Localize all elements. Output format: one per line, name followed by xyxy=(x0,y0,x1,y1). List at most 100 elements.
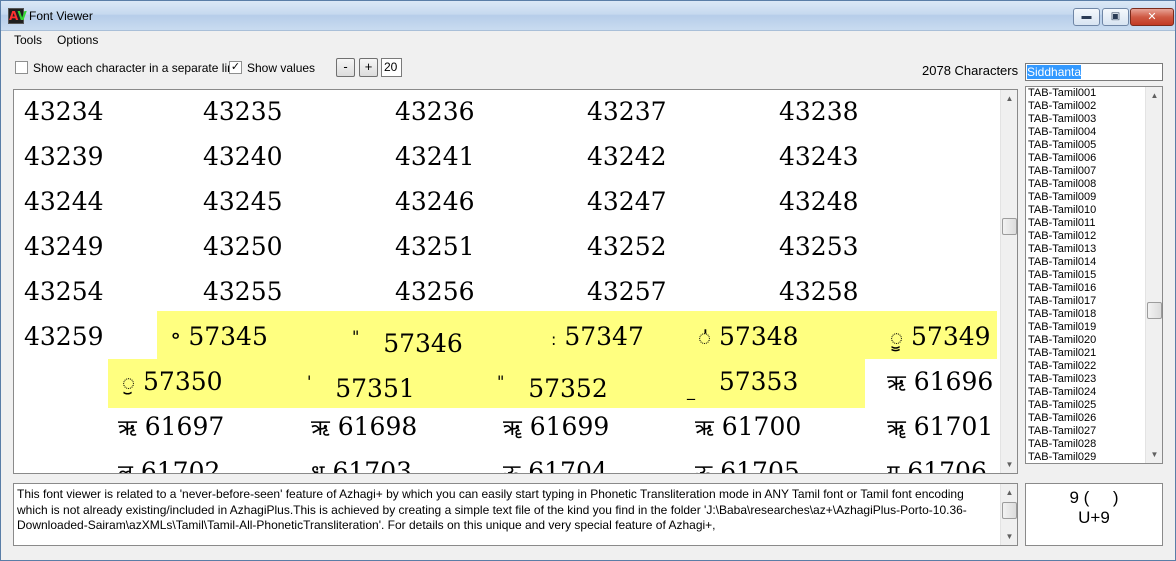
font-list-item[interactable]: TAB-Tamil010 xyxy=(1028,204,1096,217)
char-cell[interactable]: ॗ 57349 xyxy=(890,322,991,354)
char-cell[interactable]: 43234 xyxy=(24,97,104,127)
char-cell[interactable]: ऋ 61696 xyxy=(887,367,993,399)
char-cell[interactable]: 43255 xyxy=(203,277,283,307)
font-list-item[interactable]: TAB-Tamil029 xyxy=(1028,451,1096,463)
char-cell[interactable]: 43239 xyxy=(24,142,104,172)
char-cell[interactable]: ' 57351 xyxy=(307,367,415,404)
font-list-item[interactable]: TAB-Tamil008 xyxy=(1028,178,1096,191)
maximize-button[interactable]: ▣ xyxy=(1102,8,1129,26)
scroll-up-arrow-icon[interactable]: ▲ xyxy=(1001,484,1017,501)
font-list-item[interactable]: TAB-Tamil020 xyxy=(1028,334,1096,347)
menu-tools[interactable]: Tools xyxy=(14,33,42,47)
scroll-thumb[interactable] xyxy=(1147,302,1162,319)
char-cell[interactable]: ऊ 61705 xyxy=(695,457,800,473)
char-cell[interactable]: " 57346 xyxy=(352,322,463,359)
scroll-up-arrow-icon[interactable]: ▲ xyxy=(1001,90,1017,107)
char-cell[interactable]: 43243 xyxy=(779,142,859,172)
font-list-item[interactable]: TAB-Tamil003 xyxy=(1028,113,1096,126)
char-cell[interactable]: 43245 xyxy=(203,187,283,217)
char-cell[interactable]: ऋ 61698 xyxy=(311,412,417,444)
scroll-thumb[interactable] xyxy=(1002,218,1017,235)
char-cell[interactable]: ऋ 61700 xyxy=(695,412,801,444)
char-cell[interactable]: 43256 xyxy=(395,277,475,307)
char-cell[interactable]: 43236 xyxy=(395,97,475,127)
minimize-button[interactable]: ▬ xyxy=(1073,8,1100,26)
font-list-item[interactable]: TAB-Tamil028 xyxy=(1028,438,1096,451)
char-cell[interactable]: 43253 xyxy=(779,232,859,262)
char-cell[interactable]: 43251 xyxy=(395,232,475,262)
char-cell[interactable]: _ 57353 xyxy=(687,367,798,406)
char-cell[interactable]: 43252 xyxy=(587,232,667,262)
char-cell[interactable]: 43235 xyxy=(203,97,283,127)
char-cell[interactable]: ऺ 57348 xyxy=(698,322,799,354)
char-cell[interactable]: ऊ 61704 xyxy=(503,457,608,473)
scroll-down-arrow-icon[interactable]: ▼ xyxy=(1146,446,1162,463)
font-size-input[interactable]: 20 xyxy=(381,58,402,77)
font-list-item[interactable]: TAB-Tamil015 xyxy=(1028,269,1096,282)
show-values-checkbox[interactable]: ✓ xyxy=(229,61,242,74)
char-cell[interactable]: 43247 xyxy=(587,187,667,217)
font-list-item[interactable]: TAB-Tamil009 xyxy=(1028,191,1096,204)
scroll-down-arrow-icon[interactable]: ▼ xyxy=(1001,528,1017,545)
font-list-item[interactable]: TAB-Tamil022 xyxy=(1028,360,1096,373)
char-cell[interactable]: 43254 xyxy=(24,277,104,307)
char-cell[interactable]: ॠ 61701 xyxy=(887,412,993,444)
char-cell[interactable]: : 57347 xyxy=(551,322,644,355)
font-name-input[interactable]: Siddhanta xyxy=(1025,63,1163,81)
char-cell[interactable]: 43241 xyxy=(395,142,475,172)
scroll-down-arrow-icon[interactable]: ▼ xyxy=(1001,456,1017,473)
font-list-item[interactable]: TAB-Tamil007 xyxy=(1028,165,1096,178)
char-cell[interactable]: ॰ 57345 xyxy=(171,322,268,354)
char-cell[interactable]: 43250 xyxy=(203,232,283,262)
char-cell[interactable]: 43242 xyxy=(587,142,667,172)
description-scrollbar[interactable]: ▲ ▼ xyxy=(1000,484,1017,545)
font-list-item[interactable]: TAB-Tamil023 xyxy=(1028,373,1096,386)
char-cell[interactable]: 43258 xyxy=(779,277,859,307)
description-textarea[interactable]: This font viewer is related to a 'never-… xyxy=(13,483,1018,546)
font-list-item[interactable]: TAB-Tamil016 xyxy=(1028,282,1096,295)
char-cell[interactable]: ध 61703 xyxy=(311,457,412,473)
char-cell[interactable]: 43259 xyxy=(24,322,104,352)
char-cell[interactable]: ऋ 61697 xyxy=(118,412,224,444)
scroll-up-arrow-icon[interactable]: ▲ xyxy=(1146,87,1162,104)
character-scrollbar[interactable]: ▲ ▼ xyxy=(1000,90,1017,473)
font-list-item[interactable]: TAB-Tamil021 xyxy=(1028,347,1096,360)
char-cell[interactable]: 43257 xyxy=(587,277,667,307)
menu-options[interactable]: Options xyxy=(57,33,98,47)
close-button[interactable]: ✕ xyxy=(1130,8,1174,26)
font-list-item[interactable]: TAB-Tamil017 xyxy=(1028,295,1096,308)
font-list-item[interactable]: TAB-Tamil004 xyxy=(1028,126,1096,139)
char-cell[interactable]: 43240 xyxy=(203,142,283,172)
char-cell[interactable]: 43244 xyxy=(24,187,104,217)
font-list-item[interactable]: TAB-Tamil025 xyxy=(1028,399,1096,412)
character-display[interactable]: 43234 43235 43236 43237 43238 43239 4324… xyxy=(13,89,1018,474)
decrease-size-button[interactable]: - xyxy=(336,58,355,77)
char-cell[interactable]: " 57352 xyxy=(497,367,608,404)
char-cell[interactable]: ल 61702 xyxy=(118,457,220,473)
char-cell[interactable]: 43246 xyxy=(395,187,475,217)
font-list-item[interactable]: TAB-Tamil018 xyxy=(1028,308,1096,321)
title-bar[interactable]: AV Font Viewer ▬ ▣ ✕ xyxy=(1,1,1175,31)
font-list-item[interactable]: TAB-Tamil001 xyxy=(1028,87,1096,100)
font-list-item[interactable]: TAB-Tamil013 xyxy=(1028,243,1096,256)
font-list-item[interactable]: TAB-Tamil011 xyxy=(1028,217,1095,230)
increase-size-button[interactable]: + xyxy=(359,58,378,77)
font-list-item[interactable]: TAB-Tamil027 xyxy=(1028,425,1096,438)
font-list[interactable]: TAB-Tamil001 TAB-Tamil002 TAB-Tamil003 T… xyxy=(1025,86,1163,464)
char-cell[interactable]: ॖ 57350 xyxy=(122,367,223,399)
font-list-item[interactable]: TAB-Tamil006 xyxy=(1028,152,1096,165)
font-list-item[interactable]: TAB-Tamil019 xyxy=(1028,321,1096,334)
char-cell[interactable]: 43237 xyxy=(587,97,667,127)
font-list-item[interactable]: TAB-Tamil012 xyxy=(1028,230,1096,243)
font-list-item[interactable]: TAB-Tamil014 xyxy=(1028,256,1096,269)
scroll-thumb[interactable] xyxy=(1002,502,1017,519)
char-cell[interactable]: 43248 xyxy=(779,187,859,217)
char-cell[interactable]: ग 61706 xyxy=(887,457,987,473)
font-list-item[interactable]: TAB-Tamil002 xyxy=(1028,100,1096,113)
char-cell[interactable]: 43249 xyxy=(24,232,104,262)
char-cell[interactable]: ॠ 61699 xyxy=(503,412,609,444)
font-list-item[interactable]: TAB-Tamil024 xyxy=(1028,386,1096,399)
font-list-scrollbar[interactable]: ▲ ▼ xyxy=(1145,87,1162,463)
separate-line-checkbox[interactable] xyxy=(15,61,28,74)
char-cell[interactable]: 43238 xyxy=(779,97,859,127)
